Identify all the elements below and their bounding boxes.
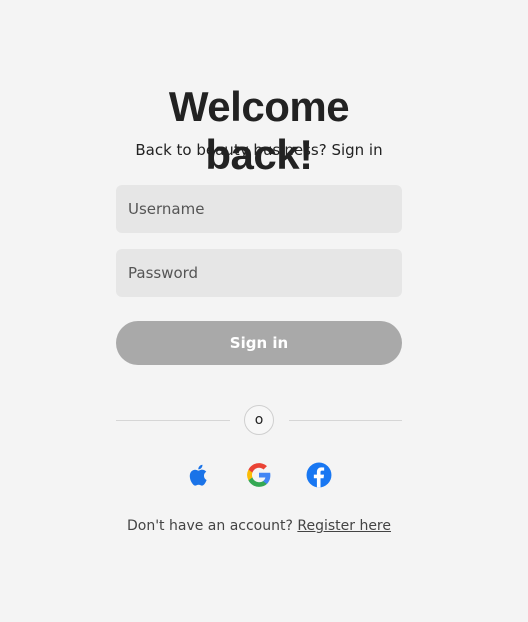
page-subtitle: Back to beauty business? Sign in bbox=[135, 141, 383, 159]
divider-line-left bbox=[116, 420, 230, 421]
apple-icon bbox=[189, 464, 207, 486]
google-sign-in-button[interactable] bbox=[246, 462, 272, 488]
facebook-icon bbox=[306, 462, 332, 488]
divider-line-right bbox=[289, 420, 402, 421]
register-prompt: Don't have an account? Register here bbox=[116, 517, 402, 535]
password-input[interactable] bbox=[116, 249, 402, 297]
sign-in-button[interactable]: Sign in bbox=[116, 321, 402, 365]
divider-badge: o bbox=[244, 405, 274, 435]
google-icon bbox=[247, 463, 271, 487]
username-input[interactable] bbox=[116, 185, 402, 233]
register-prompt-text: Don't have an account? bbox=[126, 518, 293, 534]
page-title: Welcome back! bbox=[168, 83, 350, 178]
apple-sign-in-button[interactable] bbox=[186, 462, 212, 488]
facebook-sign-in-button[interactable] bbox=[306, 462, 332, 488]
register-link[interactable]: Register here bbox=[297, 518, 391, 534]
